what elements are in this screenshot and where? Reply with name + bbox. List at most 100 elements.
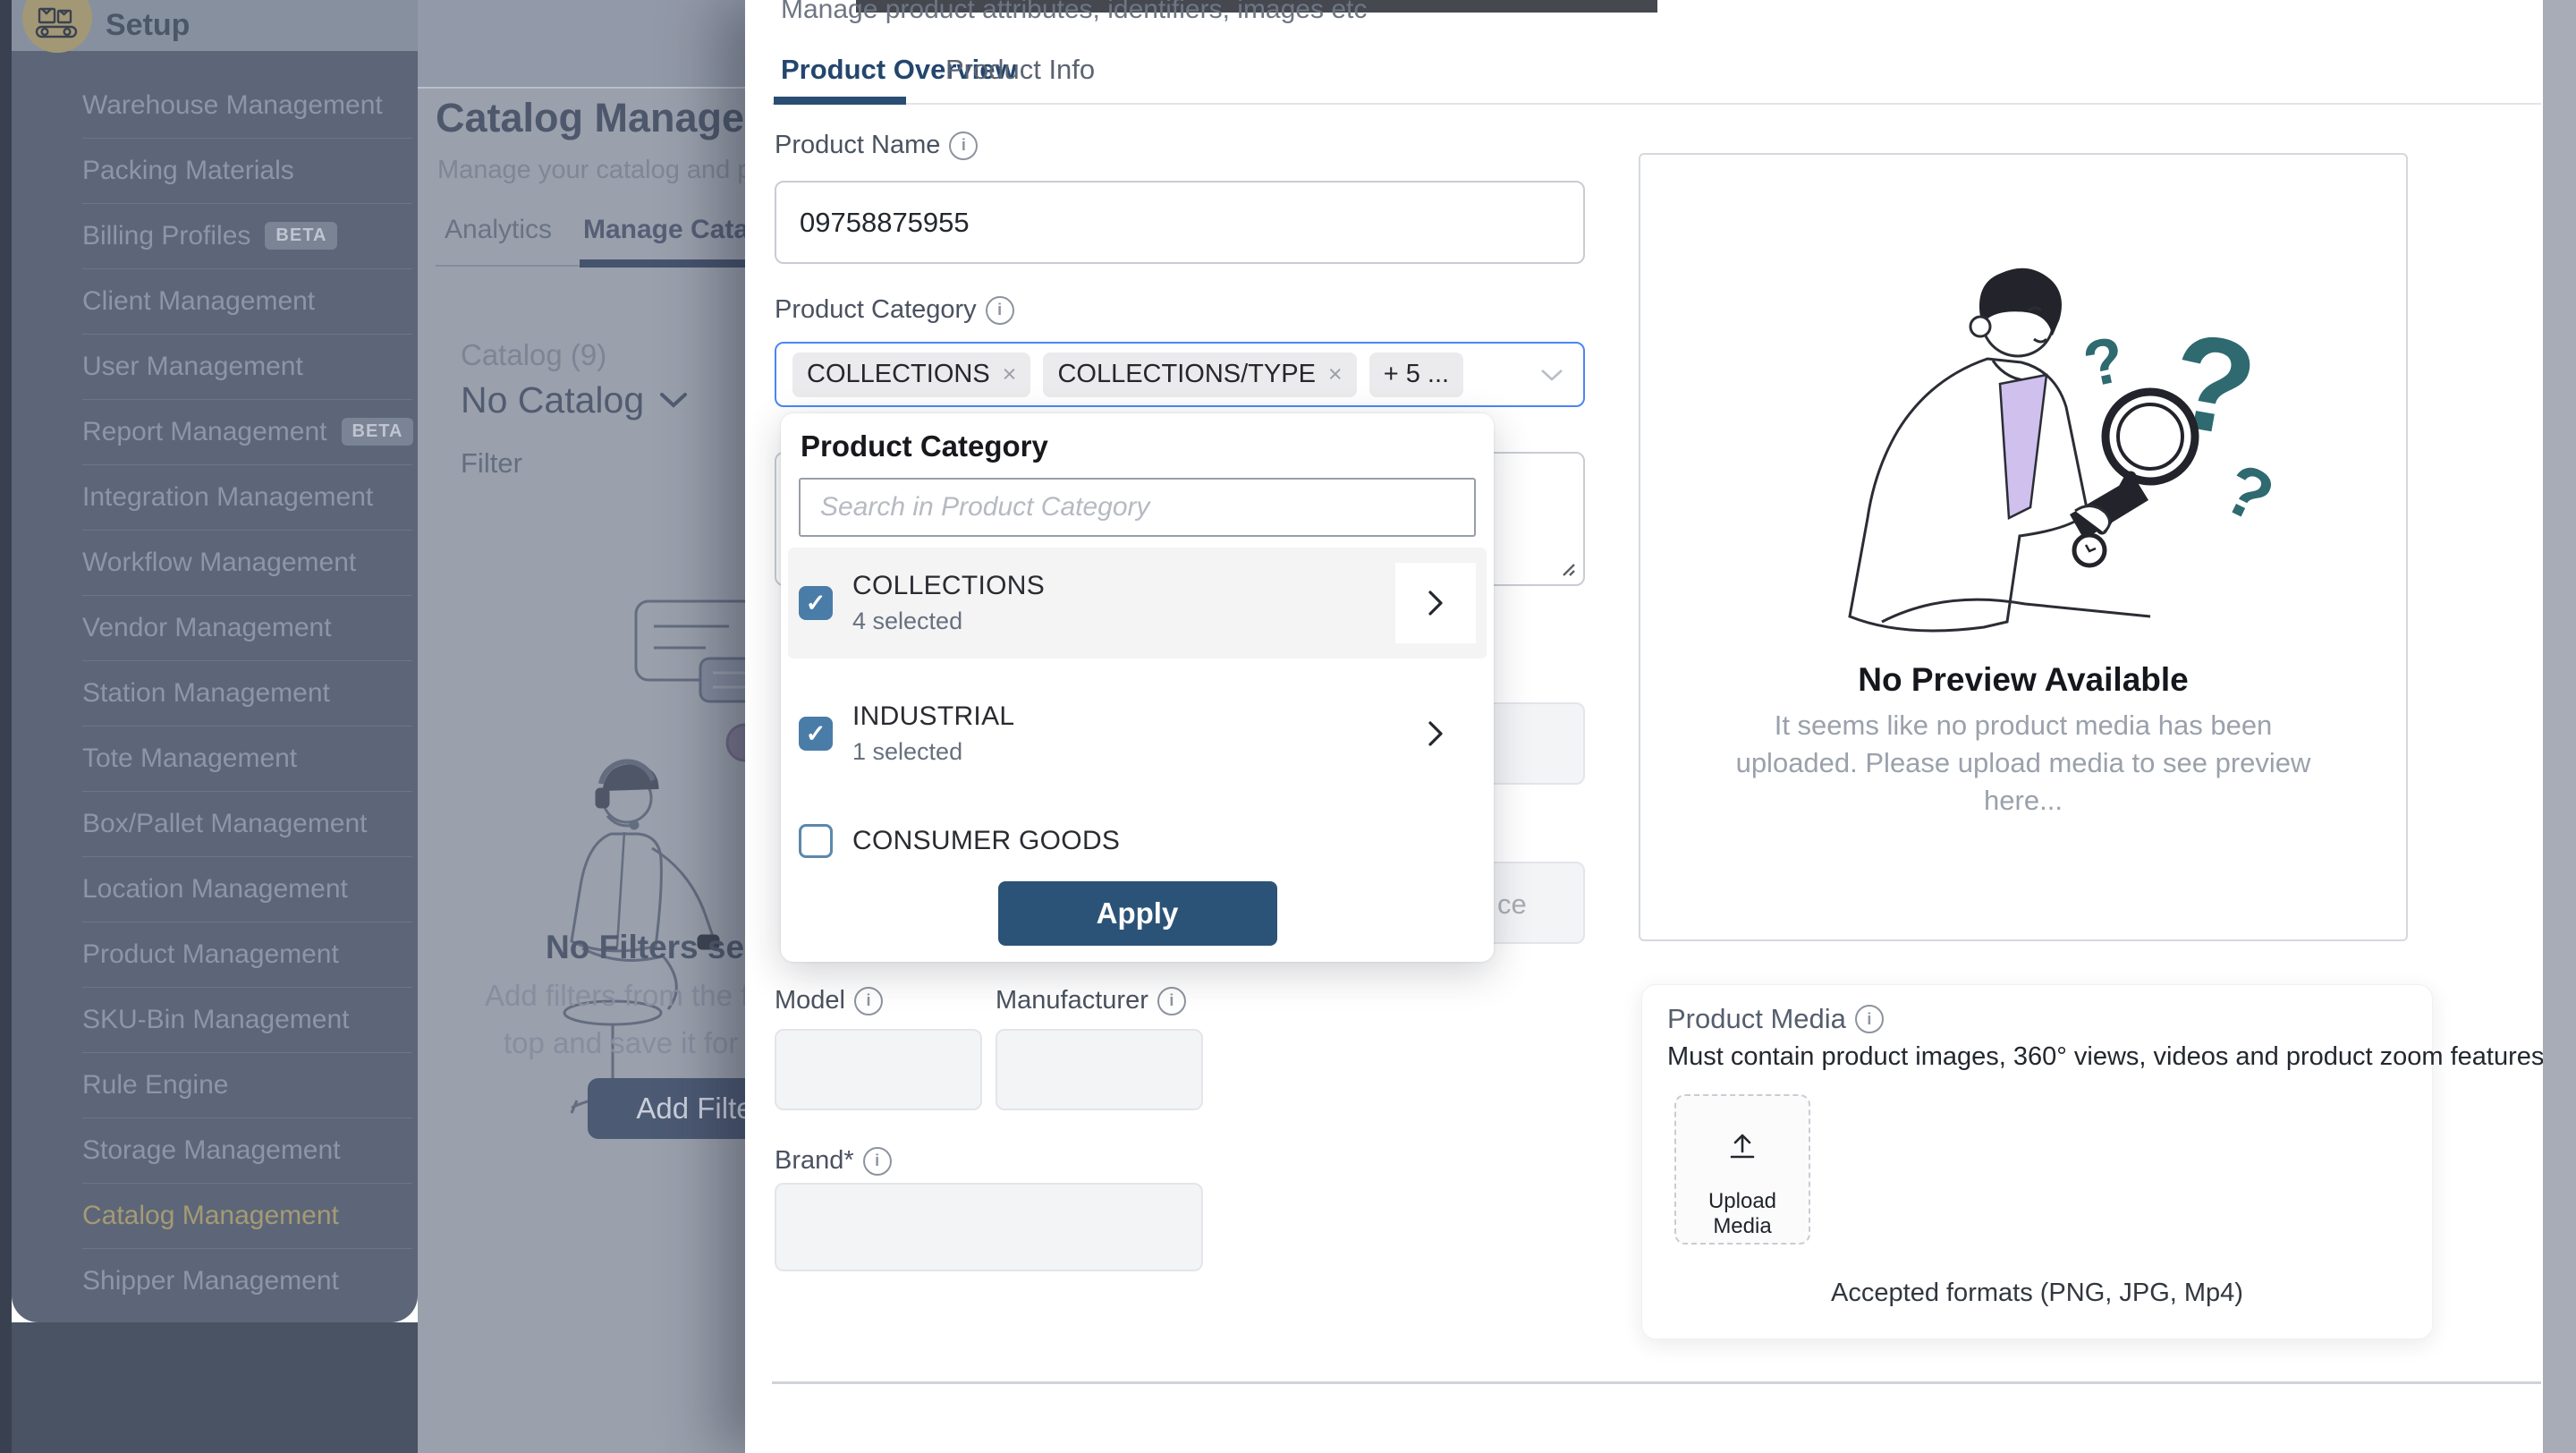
manufacturer-label-text: Manufacturer [996,986,1148,1015]
category-chip-more[interactable]: + 5 ... [1369,353,1463,397]
model-label: Model i [775,986,883,1015]
modal-subtitle: Manage product attributes, identifiers, … [781,0,1367,25]
manufacturer-input[interactable] [996,1029,1203,1110]
chevron-down-icon[interactable] [1540,369,1563,382]
checkbox[interactable] [799,717,833,751]
product-name-input[interactable] [775,181,1585,264]
product-media-label-text: Product Media [1667,1003,1846,1035]
sidebar-item-label: Catalog Management [82,1201,339,1231]
sidebar-item[interactable]: Location Management [12,856,418,922]
sidebar-item[interactable]: Billing Profiles BETA [12,203,418,268]
sidebar-item[interactable]: Catalog Management [12,1183,418,1248]
modal-active-tab-underline [774,97,906,105]
product-media-label: Product Media i [1667,1003,1884,1035]
sidebar-item[interactable]: SKU-Bin Management [12,987,418,1052]
sidebar-item[interactable]: Warehouse Management [12,72,418,138]
sidebar-item[interactable]: Client Management [12,268,418,334]
no-preview-line3: here... [1640,785,2406,817]
product-name-label-text: Product Name [775,131,940,160]
sidebar-item-label: Vendor Management [82,613,332,643]
resize-handle-icon[interactable] [1556,557,1576,577]
sidebar-item[interactable]: Vendor Management [12,595,418,660]
checkbox[interactable] [799,586,833,620]
catalog-selector-label: No Catalog [461,379,644,421]
sidebar-item[interactable]: User Management [12,334,418,399]
category-option[interactable]: COLLECTIONS 4 selected [788,548,1487,659]
product-name-label: Product Name i [775,131,978,160]
category-options: COLLECTIONS 4 selected INDUSTRIAL 1 sele… [781,548,1494,873]
remove-chip-icon[interactable]: × [1328,361,1343,388]
upload-icon [1726,1132,1758,1162]
chip-label: COLLECTIONS [807,360,990,389]
category-search-input[interactable] [799,478,1476,537]
catalog-selector[interactable]: No Catalog [461,379,687,421]
filter-label: Filter [461,447,522,480]
no-preview-illustration: ? ? ? [1775,217,2275,638]
sidebar-header: Setup [12,0,418,51]
expand-option-button[interactable] [1395,693,1476,774]
product-media-card: Product Media i Must contain product ima… [1641,984,2433,1339]
tab-analytics[interactable]: Analytics [445,215,552,245]
sidebar-item[interactable]: Shipper Management [12,1248,418,1313]
sidebar-item-label: Billing Profiles [82,221,250,251]
expand-option-button[interactable] [1395,563,1476,643]
category-option[interactable]: CONSUMER GOODS [788,809,1487,873]
no-preview-title: No Preview Available [1640,661,2406,699]
info-icon[interactable]: i [986,296,1014,325]
sidebar-item[interactable]: Packing Materials [12,138,418,203]
category-option[interactable]: INDUSTRIAL 1 selected [788,678,1487,789]
model-label-text: Model [775,986,845,1015]
option-label: COLLECTIONS [852,571,1045,601]
sidebar-item-label: Client Management [82,286,315,317]
sidebar-item[interactable]: Workflow Management [12,530,418,595]
product-media-description: Must contain product images, 360° views,… [1667,1042,2544,1072]
sidebar-item[interactable]: Storage Management [12,1117,418,1183]
info-icon[interactable]: i [1855,1005,1884,1033]
info-icon[interactable]: i [1157,987,1186,1015]
placeholder-fragment: ce [1497,888,1527,921]
sidebar-item[interactable]: Report Management BETA [12,399,418,464]
sidebar-item-label: Integration Management [82,482,373,513]
apply-button[interactable]: Apply [998,881,1277,946]
sidebar-item-label: Rule Engine [82,1070,228,1100]
sidebar-item[interactable]: Rule Engine [12,1052,418,1117]
svg-text:?: ? [2078,323,2131,401]
upload-media-dropzone[interactable]: Upload Media [1674,1094,1810,1245]
sidebar-menu: Warehouse Management Packing Materials B… [12,51,418,1313]
info-icon[interactable]: i [854,987,883,1015]
product-category-select[interactable]: COLLECTIONS × COLLECTIONS/TYPE × + 5 ... [775,342,1585,407]
option-selected-count: 4 selected [852,608,1045,635]
brand-input[interactable] [775,1183,1203,1271]
dropdown-title: Product Category [801,429,1048,463]
sidebar-item[interactable]: Product Management [12,922,418,987]
svg-text:?: ? [2159,303,2266,465]
chip-label: COLLECTIONS/TYPE [1057,360,1315,389]
manufacturer-label: Manufacturer i [996,986,1186,1015]
beta-badge: BETA [342,418,414,446]
sidebar-item-label: Location Management [82,874,348,905]
info-icon[interactable]: i [949,132,978,160]
product-category-label-text: Product Category [775,295,977,325]
brand-label: Brand* i [775,1146,892,1176]
conveyor-icon [35,6,80,40]
modal-tabs-divider [772,103,2541,105]
sidebar-item[interactable]: Integration Management [12,464,418,530]
tab-product-info[interactable]: Product Info [945,54,1095,86]
info-icon[interactable]: i [863,1147,892,1176]
modal-footer-divider [772,1381,2541,1384]
checkbox[interactable] [799,824,833,858]
remove-chip-icon[interactable]: × [1003,361,1017,388]
sidebar-item[interactable]: Tote Management [12,726,418,791]
sidebar-item-label: Packing Materials [82,156,294,186]
sidebar-item-label: Product Management [82,939,339,970]
chevron-right-icon [1427,590,1445,616]
sidebar-item-label: Storage Management [82,1135,341,1166]
product-edit-modal: Manage product attributes, identifiers, … [745,0,2543,1453]
chevron-right-icon [1427,720,1445,747]
upload-media-label: Upload Media [1676,1189,1809,1239]
category-dropdown-panel: Product Category COLLECTIONS 4 selected [781,413,1494,962]
media-preview-panel: ? ? ? N [1639,153,2408,941]
sidebar-item[interactable]: Station Management [12,660,418,726]
sidebar-item[interactable]: Box/Pallet Management [12,791,418,856]
model-input[interactable] [775,1029,982,1110]
